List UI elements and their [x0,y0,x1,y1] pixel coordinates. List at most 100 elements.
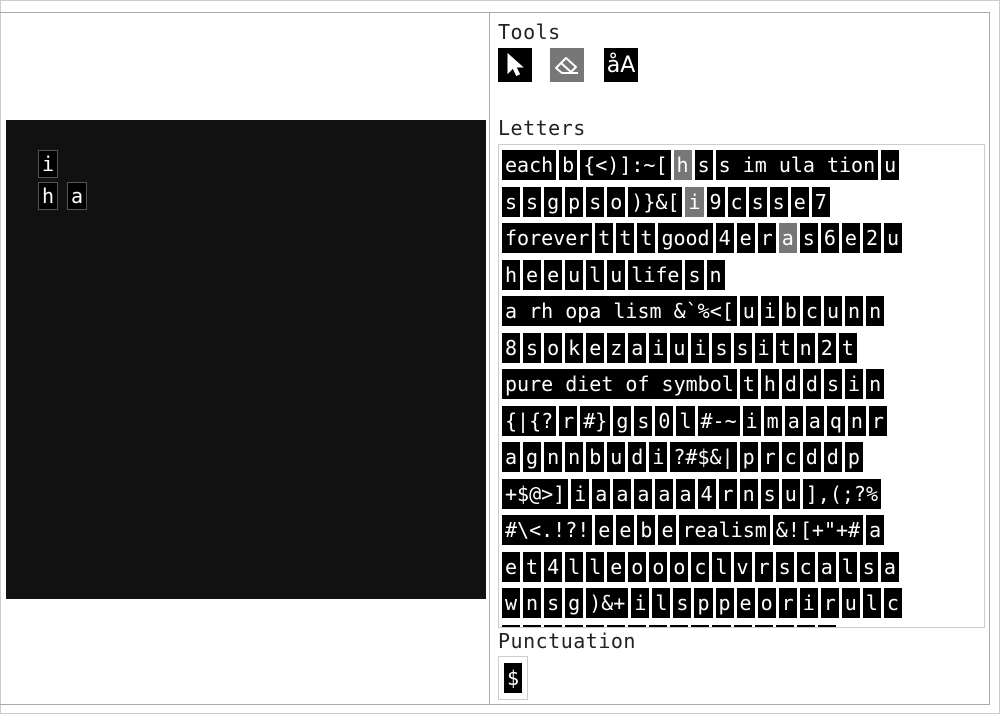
letter-tile[interactable]: z [607,332,626,363]
letter-tile[interactable]: s [694,150,713,180]
letter-tile[interactable]: n [847,405,866,436]
letter-tile[interactable]: o [544,624,563,627]
letter-tile[interactable]: e [841,223,860,253]
letter-tile[interactable]: r [760,442,779,472]
letter-tile[interactable]: r [820,588,839,618]
letter-tile[interactable]: b [586,442,605,472]
letter-tile[interactable]: {<)]:~[ [580,150,671,180]
letter-tile[interactable]: r [757,223,776,253]
letter-tile[interactable]: e [523,259,542,290]
letter-tile[interactable]: a [613,478,632,509]
letter-tile[interactable]: r [868,405,887,436]
letter-tile[interactable]: life [628,259,683,290]
letter-tile[interactable]: n [739,478,758,509]
letter-tile[interactable]: s [634,405,653,436]
letter-tile[interactable]: p [715,588,734,618]
letter-tile[interactable]: pure diet of symbol [502,369,737,399]
letter-tile[interactable]: u [607,259,626,290]
letter-tile[interactable]: t [838,332,857,363]
letter-tile[interactable]: i [754,332,773,363]
letter-tile[interactable]: s [502,186,521,217]
letter-tile[interactable]: o [817,624,836,627]
letter-tile[interactable]: 7 [811,186,830,217]
letter-tile[interactable]: i [649,442,668,472]
letter-tile[interactable]: good [658,223,713,253]
letter-tile[interactable]: b [781,296,800,326]
letter-tile[interactable]: a [880,551,899,582]
letter-tile[interactable]: d [823,442,842,472]
letter-tile[interactable]: e [658,515,677,545]
letter-tile[interactable]: s [586,186,605,217]
letter-tile[interactable]: u [565,259,584,290]
letter-tile[interactable]: o [757,588,776,618]
letter-tile[interactable]: o [523,624,542,627]
letter-tile[interactable]: t [616,223,635,253]
eraser-tool-button[interactable] [550,48,584,82]
letter-tile[interactable]: l [586,551,605,582]
placed-tile[interactable]: h [38,182,59,210]
letter-tile[interactable]: l [712,551,731,582]
letter-tile[interactable]: e [736,588,755,618]
letter-tile[interactable]: i [631,588,650,618]
letter-tile[interactable]: d [802,369,821,399]
letter-tile[interactable]: g [613,405,632,436]
letter-tile[interactable]: u [881,150,900,180]
letter-tile[interactable]: ?#$&| [670,442,737,472]
letter-tile[interactable]: s [712,332,731,363]
letter-tile[interactable]: o [712,624,731,627]
letter-tile[interactable]: e [616,515,635,545]
letter-tile[interactable]: q [826,405,845,436]
letter-tile[interactable]: l [838,551,857,582]
letter-tile[interactable]: 6 [820,223,839,253]
letter-tile[interactable]: n [706,259,725,290]
letter-tile[interactable]: e [586,332,605,363]
placed-tile[interactable]: a [67,182,88,210]
letter-tile[interactable]: o [649,551,668,582]
letter-tile[interactable]: i [691,332,710,363]
letter-tile[interactable]: &![+"+# [772,515,864,545]
letter-tile[interactable]: c [727,186,746,217]
letter-tile[interactable]: r [559,405,578,436]
letter-tile[interactable]: s [523,332,542,363]
letter-tile[interactable]: b [559,150,578,180]
letter-tile[interactable]: o [796,624,815,627]
letter-tile[interactable]: i [760,296,779,326]
letter-tile[interactable]: c [691,551,710,582]
letter-tile[interactable]: l [676,405,695,436]
letter-tile[interactable]: r [778,588,797,618]
letter-tile[interactable]: t [523,551,542,582]
letter-tile[interactable]: i [649,332,668,363]
letter-tile[interactable]: s [544,588,563,618]
letter-tile[interactable]: s [823,369,843,399]
letter-tile[interactable]: #-~ [697,405,740,436]
letter-tile[interactable]: p [844,442,863,472]
letter-tile[interactable]: +$@>] [502,478,569,509]
letter-tile[interactable]: s [859,551,878,582]
letter-tile[interactable]: each [502,150,557,180]
letter-tile[interactable]: )&+ [586,588,629,618]
letter-tile[interactable]: a [634,478,653,509]
letter-tile[interactable]: l [862,588,881,618]
punctuation-tile[interactable]: $ [503,663,523,693]
letter-tile[interactable]: s [775,551,794,582]
letter-tile[interactable]: s [733,332,752,363]
letter-tile[interactable]: s [760,478,779,509]
letter-tile[interactable]: forever [502,223,593,253]
letter-tile[interactable]: v [733,551,752,582]
letter-tile[interactable]: c [796,551,815,582]
letter-tile[interactable]: l [586,259,605,290]
letter-tile[interactable]: o [607,186,626,217]
letter-tile[interactable]: l [652,588,671,618]
letter-tile[interactable]: k [565,332,584,363]
letter-tile[interactable]: a [778,223,797,253]
letter-tile[interactable]: 4 [697,478,716,509]
letter-tile[interactable]: #} [580,405,611,436]
letter-tile[interactable]: s im ula tion [715,150,879,180]
letter-tile[interactable]: 8 [502,332,521,363]
letter-tile[interactable]: r [754,551,773,582]
letter-tile[interactable]: o [586,624,605,627]
letter-tile[interactable]: g [523,442,542,472]
letter-tile[interactable]: e [607,551,626,582]
letter-tile[interactable]: t [775,332,794,363]
letter-tile[interactable]: s [673,588,692,618]
